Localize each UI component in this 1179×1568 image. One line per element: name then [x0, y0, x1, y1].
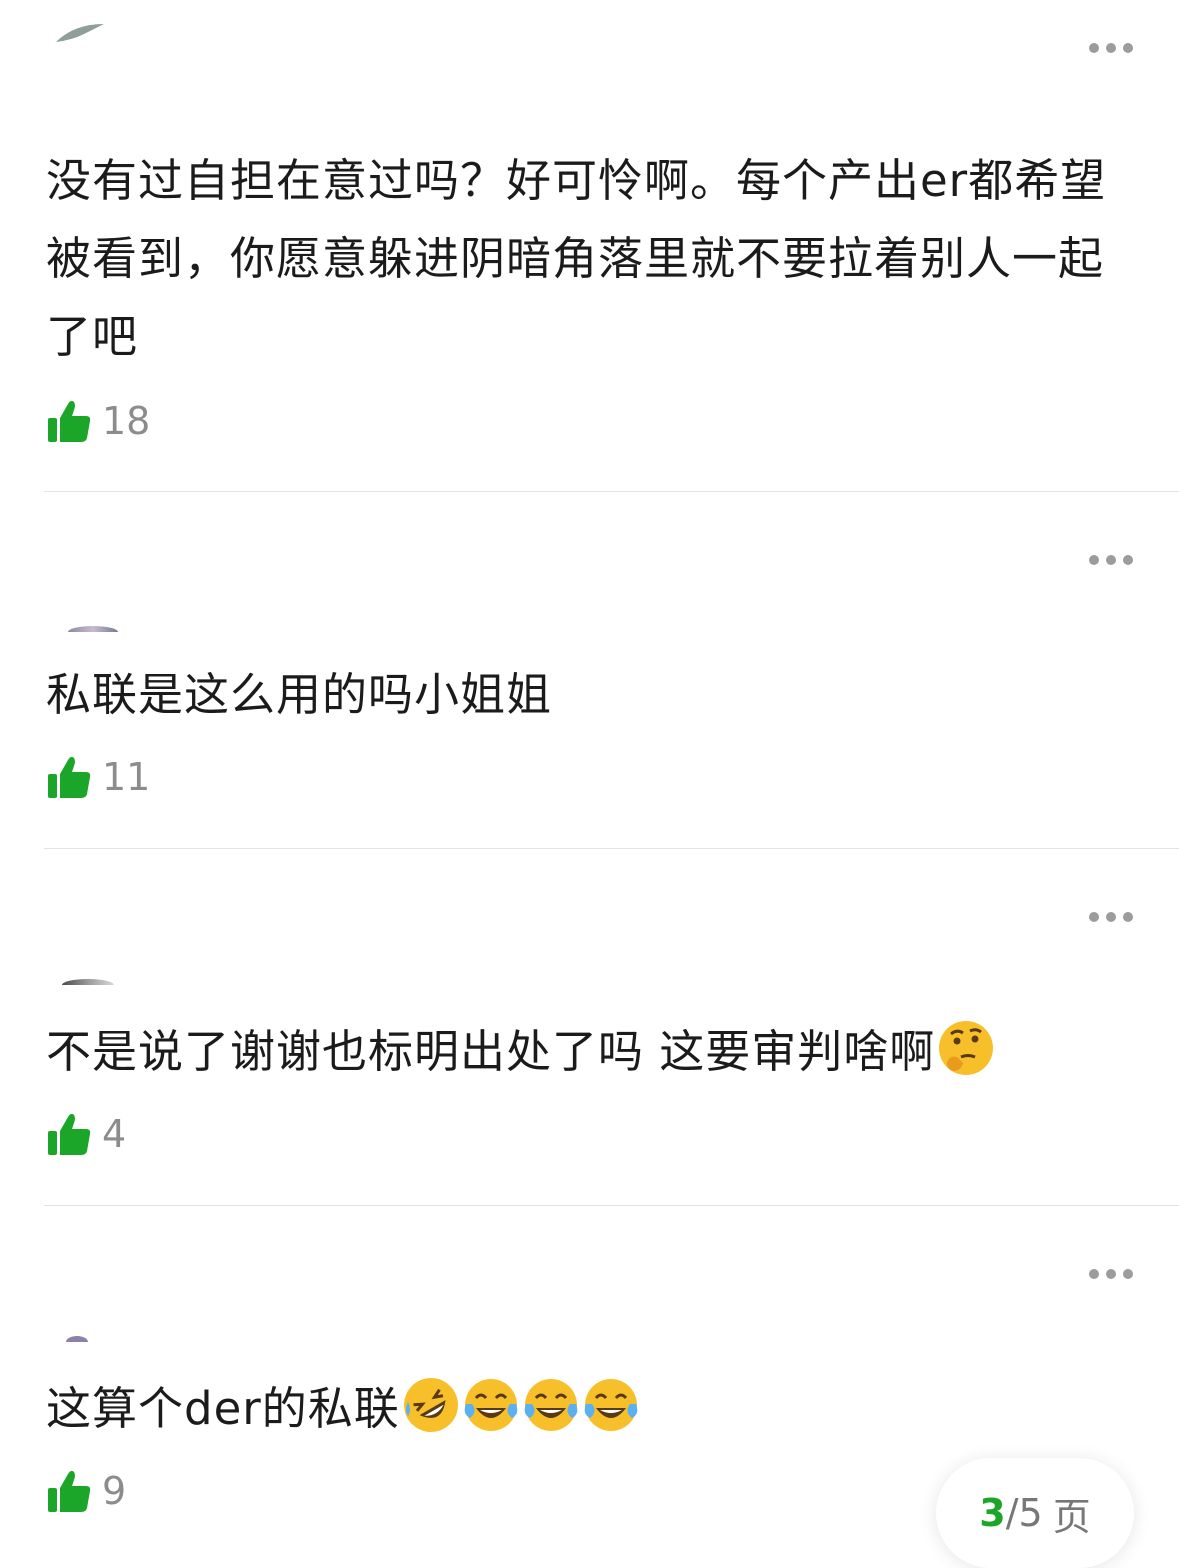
like-count: 18: [102, 399, 151, 443]
thumbs-up-icon: [48, 1113, 91, 1155]
comment-item: 私联是这么用的吗小姐姐 11: [0, 492, 1179, 849]
page-current: 3: [979, 1491, 1006, 1535]
more-dot-icon: [1106, 1269, 1116, 1279]
page-separator: /: [1005, 1491, 1019, 1535]
more-options-button[interactable]: [1089, 554, 1133, 566]
more-dot-icon: [1123, 912, 1133, 922]
comment-text: 不是说了谢谢也标明出处了吗 这要审判啥啊: [46, 1013, 1136, 1091]
page-unit: 页: [1052, 1494, 1091, 1539]
avatar-remnant: [68, 626, 118, 632]
more-dot-icon: [1106, 555, 1116, 565]
like-button[interactable]: 18: [46, 396, 150, 446]
like-count: 9: [102, 1469, 127, 1513]
more-options-button[interactable]: [1089, 1268, 1133, 1280]
avatar-remnant: [62, 979, 114, 985]
like-button[interactable]: 11: [46, 752, 150, 802]
like-count: 11: [102, 755, 151, 799]
more-dot-icon: [1089, 1269, 1099, 1279]
tears-of-joy-icon: [524, 1379, 578, 1431]
more-options-button[interactable]: [1089, 911, 1133, 923]
comment-text: 没有过自担在意过吗？好可怜啊。每个产出er都希望被看到，你愿意躲进阴暗角落里就不…: [46, 154, 1107, 363]
comment-text: 私联是这么用的吗小姐姐: [46, 668, 553, 721]
more-options-button[interactable]: [1089, 42, 1133, 54]
more-dot-icon: [1089, 555, 1099, 565]
page-indicator[interactable]: 3/5 页: [936, 1458, 1134, 1568]
comment-item: 没有过自担在意过吗？好可怜啊。每个产出er都希望被看到，你愿意躲进阴暗角落里就不…: [0, 0, 1179, 492]
more-dot-icon: [1106, 912, 1116, 922]
avatar-remnant: [66, 1336, 88, 1342]
more-dot-icon: [1123, 555, 1133, 565]
more-dot-icon: [1106, 43, 1116, 53]
comment-item: 不是说了谢谢也标明出处了吗 这要审判啥啊 4: [0, 849, 1179, 1206]
like-count: 4: [102, 1112, 127, 1156]
page-total: 5: [1018, 1491, 1043, 1535]
thumbs-up-icon: [48, 756, 91, 798]
more-dot-icon: [1123, 1269, 1133, 1279]
like-button[interactable]: 9: [46, 1466, 126, 1516]
more-dot-icon: [1089, 43, 1099, 53]
comment-text-body: 不是说了谢谢也标明出处了吗 这要审判啥啊: [46, 1025, 936, 1078]
more-dot-icon: [1089, 912, 1099, 922]
like-button[interactable]: 4: [46, 1109, 126, 1159]
comment-text: 这算个der的私联: [46, 1370, 1136, 1448]
tears-of-joy-icon: [464, 1379, 518, 1431]
comment-text-body: 这算个der的私联: [46, 1382, 400, 1435]
more-dot-icon: [1123, 43, 1133, 53]
tears-of-joy-icon: [584, 1379, 638, 1431]
rolling-laughing-icon: [403, 1378, 458, 1432]
thumbs-up-icon: [48, 400, 91, 442]
thumbs-up-icon: [48, 1470, 91, 1512]
thinking-face-icon: [939, 1021, 994, 1075]
